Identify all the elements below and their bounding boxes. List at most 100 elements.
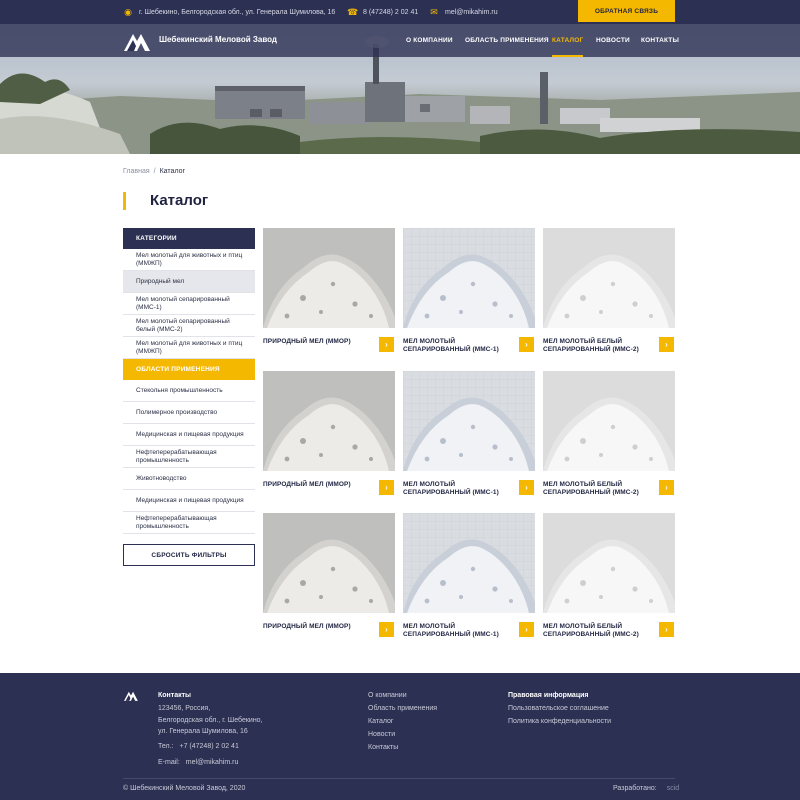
reset-filters-button[interactable]: СБРОСИТЬ ФИЛЬТРЫ bbox=[123, 544, 255, 566]
product-name[interactable]: МЕЛ МОЛОТЫЙ БЕЛЫЙ СЕПАРИРОВАННЫЙ (ММС-2) bbox=[543, 623, 655, 638]
product-name[interactable]: МЕЛ МОЛОТЫЙ БЕЛЫЙ СЕПАРИРОВАННЫЙ (ММС-2) bbox=[543, 338, 655, 353]
product-image[interactable] bbox=[263, 228, 395, 328]
applications-header: ОБЛАСТИ ПРИМЕНЕНИЯ bbox=[123, 359, 255, 380]
footer-contacts-title: Контакты bbox=[158, 692, 192, 699]
product-name[interactable]: ПРИРОДНЫЙ МЕЛ (ММОР) bbox=[263, 623, 375, 631]
hero-banner: Шебекинский Меловой Завод О КОМПАНИИ ОБЛ… bbox=[0, 24, 800, 154]
footer-logo-icon[interactable] bbox=[124, 690, 140, 701]
nav-label: О КОМПАНИИ bbox=[406, 37, 453, 44]
chevron-right-icon[interactable]: › bbox=[379, 622, 394, 637]
nav-item-applications[interactable]: ОБЛАСТЬ ПРИМЕНЕНИЯ bbox=[465, 24, 549, 57]
nav-label: КАТАЛОГ bbox=[552, 37, 584, 44]
footer-phone-value[interactable]: +7 (47248) 2 02 41 bbox=[179, 743, 238, 750]
product-image[interactable] bbox=[543, 513, 675, 613]
developer-label: Разработано: bbox=[613, 785, 657, 792]
feedback-button[interactable]: ОБРАТНАЯ СВЯЗЬ bbox=[578, 0, 675, 22]
application-item[interactable]: Медицинская и пищевая продукция bbox=[123, 424, 255, 446]
chevron-right-icon[interactable]: › bbox=[379, 480, 394, 495]
application-item[interactable]: Нефтеперерабатывающая промышленность bbox=[123, 512, 255, 534]
category-item[interactable]: Мел молотый сепарированный белый (ММС-2) bbox=[123, 315, 255, 337]
product-card[interactable]: МЕЛ МОЛОТЫЙ БЕЛЫЙ СЕПАРИРОВАННЫЙ (ММС-2)… bbox=[543, 371, 675, 499]
main-navigation-bar bbox=[0, 24, 800, 57]
address-info: ◉ г. Шебекино, Белгородская обл., ул. Ге… bbox=[123, 0, 335, 24]
filter-sidebar: КАТЕГОРИИ Мел молотый для животных и пти… bbox=[123, 228, 255, 566]
developer-credit: Разработано: scid bbox=[613, 785, 679, 792]
product-name[interactable]: МЕЛ МОЛОТЫЙ СЕПАРИРОВАННЫЙ (ММС-1) bbox=[403, 338, 515, 353]
chevron-right-icon[interactable]: › bbox=[659, 622, 674, 637]
product-name[interactable]: МЕЛ МОЛОТЫЙ СЕПАРИРОВАННЫЙ (ММС-1) bbox=[403, 481, 515, 496]
product-image[interactable] bbox=[403, 371, 535, 471]
developer-link[interactable]: scid bbox=[667, 785, 679, 792]
categories-header: КАТЕГОРИИ bbox=[123, 228, 255, 249]
application-item[interactable]: Нефтеперерабатывающая промышленность bbox=[123, 446, 255, 468]
footer-email-label: E-mail: bbox=[158, 759, 180, 766]
footer-link-terms[interactable]: Пользовательское соглашение bbox=[508, 705, 609, 712]
product-card[interactable]: ПРИРОДНЫЙ МЕЛ (ММОР) › bbox=[263, 371, 395, 499]
footer-email-value[interactable]: mel@mikahim.ru bbox=[186, 759, 239, 766]
nav-item-news[interactable]: НОВОСТИ bbox=[596, 24, 630, 57]
breadcrumb-current: Каталог bbox=[159, 168, 186, 175]
application-item[interactable]: Животноводство bbox=[123, 468, 255, 490]
product-card[interactable]: МЕЛ МОЛОТЫЙ СЕПАРИРОВАННЫЙ (ММС-1) › bbox=[403, 228, 535, 356]
product-image[interactable] bbox=[543, 371, 675, 471]
page-title: Каталог bbox=[123, 192, 208, 210]
nav-item-catalog[interactable]: КАТАЛОГ bbox=[552, 24, 584, 57]
application-item[interactable]: Стекольня промышленность bbox=[123, 380, 255, 402]
phone-text[interactable]: 8 (47248) 2 02 41 bbox=[363, 9, 418, 16]
product-card[interactable]: ПРИРОДНЫЙ МЕЛ (ММОР) › bbox=[263, 513, 395, 641]
product-image[interactable] bbox=[403, 513, 535, 613]
product-name[interactable]: МЕЛ МОЛОТЫЙ СЕПАРИРОВАННЫЙ (ММС-1) bbox=[403, 623, 515, 638]
phone-info[interactable]: ☎ 8 (47248) 2 02 41 bbox=[347, 0, 418, 24]
category-item[interactable]: Мел молотый сепарированный (ММС-1) bbox=[123, 293, 255, 315]
application-item[interactable]: Полимерное производство bbox=[123, 402, 255, 424]
footer-link-contacts[interactable]: Контакты bbox=[368, 744, 398, 751]
product-image[interactable] bbox=[263, 513, 395, 613]
category-item-selected[interactable]: Природный мел bbox=[123, 271, 255, 293]
footer-link-about[interactable]: О компании bbox=[368, 692, 407, 699]
chevron-right-icon[interactable]: › bbox=[379, 337, 394, 352]
product-image[interactable] bbox=[543, 228, 675, 328]
footer-link-applications[interactable]: Область применения bbox=[368, 705, 437, 712]
email-info[interactable]: ✉ mel@mikahim.ru bbox=[429, 0, 498, 24]
product-name[interactable]: ПРИРОДНЫЙ МЕЛ (ММОР) bbox=[263, 338, 375, 346]
map-pin-icon: ◉ bbox=[124, 6, 132, 17]
footer-address-line: 123456, Россия, bbox=[158, 705, 211, 712]
product-name[interactable]: ПРИРОДНЫЙ МЕЛ (ММОР) bbox=[263, 481, 375, 489]
footer-phone-label: Тел.: bbox=[158, 743, 174, 750]
footer-address-line: Белгородская обл., г. Шебекино, bbox=[158, 717, 263, 724]
top-info-bar: ◉ г. Шебекино, Белгородская обл., ул. Ге… bbox=[0, 0, 800, 24]
nav-active-indicator bbox=[552, 55, 584, 57]
footer-link-privacy[interactable]: Политика конфеденциальности bbox=[508, 718, 611, 725]
application-item[interactable]: Медицинская и пищевая продукция bbox=[123, 490, 255, 512]
product-image[interactable] bbox=[403, 228, 535, 328]
breadcrumb-separator: / bbox=[153, 168, 156, 175]
product-card[interactable]: МЕЛ МОЛОТЫЙ СЕПАРИРОВАННЫЙ (ММС-1) › bbox=[403, 371, 535, 499]
nav-item-contacts[interactable]: КОНТАКТЫ bbox=[641, 24, 679, 57]
product-card[interactable]: МЕЛ МОЛОТЫЙ БЕЛЫЙ СЕПАРИРОВАННЫЙ (ММС-2)… bbox=[543, 228, 675, 356]
logo-text[interactable]: Шебекинский Меловой Завод bbox=[159, 35, 277, 44]
footer-phone: Тел.: +7 (47248) 2 02 41 bbox=[158, 743, 239, 750]
email-text[interactable]: mel@mikahim.ru bbox=[445, 9, 498, 16]
product-card[interactable]: МЕЛ МОЛОТЫЙ БЕЛЫЙ СЕПАРИРОВАННЫЙ (ММС-2)… bbox=[543, 513, 675, 641]
footer-link-catalog[interactable]: Каталог bbox=[368, 718, 393, 725]
chevron-right-icon[interactable]: › bbox=[519, 480, 534, 495]
mail-icon: ✉ bbox=[430, 6, 438, 17]
chevron-right-icon[interactable]: › bbox=[519, 337, 534, 352]
chevron-right-icon[interactable]: › bbox=[659, 480, 674, 495]
chevron-right-icon[interactable]: › bbox=[519, 622, 534, 637]
footer: Контакты 123456, Россия, Белгородская об… bbox=[0, 673, 800, 800]
product-card[interactable]: ПРИРОДНЫЙ МЕЛ (ММОР) › bbox=[263, 228, 395, 356]
address-text: г. Шебекино, Белгородская обл., ул. Гене… bbox=[139, 8, 336, 16]
product-card[interactable]: МЕЛ МОЛОТЫЙ СЕПАРИРОВАННЫЙ (ММС-1) › bbox=[403, 513, 535, 641]
footer-legal-title: Правовая информация bbox=[508, 692, 589, 699]
logo-icon[interactable] bbox=[124, 31, 154, 51]
nav-item-about[interactable]: О КОМПАНИИ bbox=[406, 24, 453, 57]
footer-link-news[interactable]: Новости bbox=[368, 731, 395, 738]
category-item[interactable]: Мел молотый для животных и птиц (ММЖП) bbox=[123, 249, 255, 271]
product-name[interactable]: МЕЛ МОЛОТЫЙ БЕЛЫЙ СЕПАРИРОВАННЫЙ (ММС-2) bbox=[543, 481, 655, 496]
product-image[interactable] bbox=[263, 371, 395, 471]
breadcrumb-home-link[interactable]: Главная bbox=[123, 168, 150, 175]
category-item[interactable]: Мел молотый для животных и птиц (ММЖП) bbox=[123, 337, 255, 359]
chevron-right-icon[interactable]: › bbox=[659, 337, 674, 352]
nav-label: КОНТАКТЫ bbox=[641, 37, 680, 44]
